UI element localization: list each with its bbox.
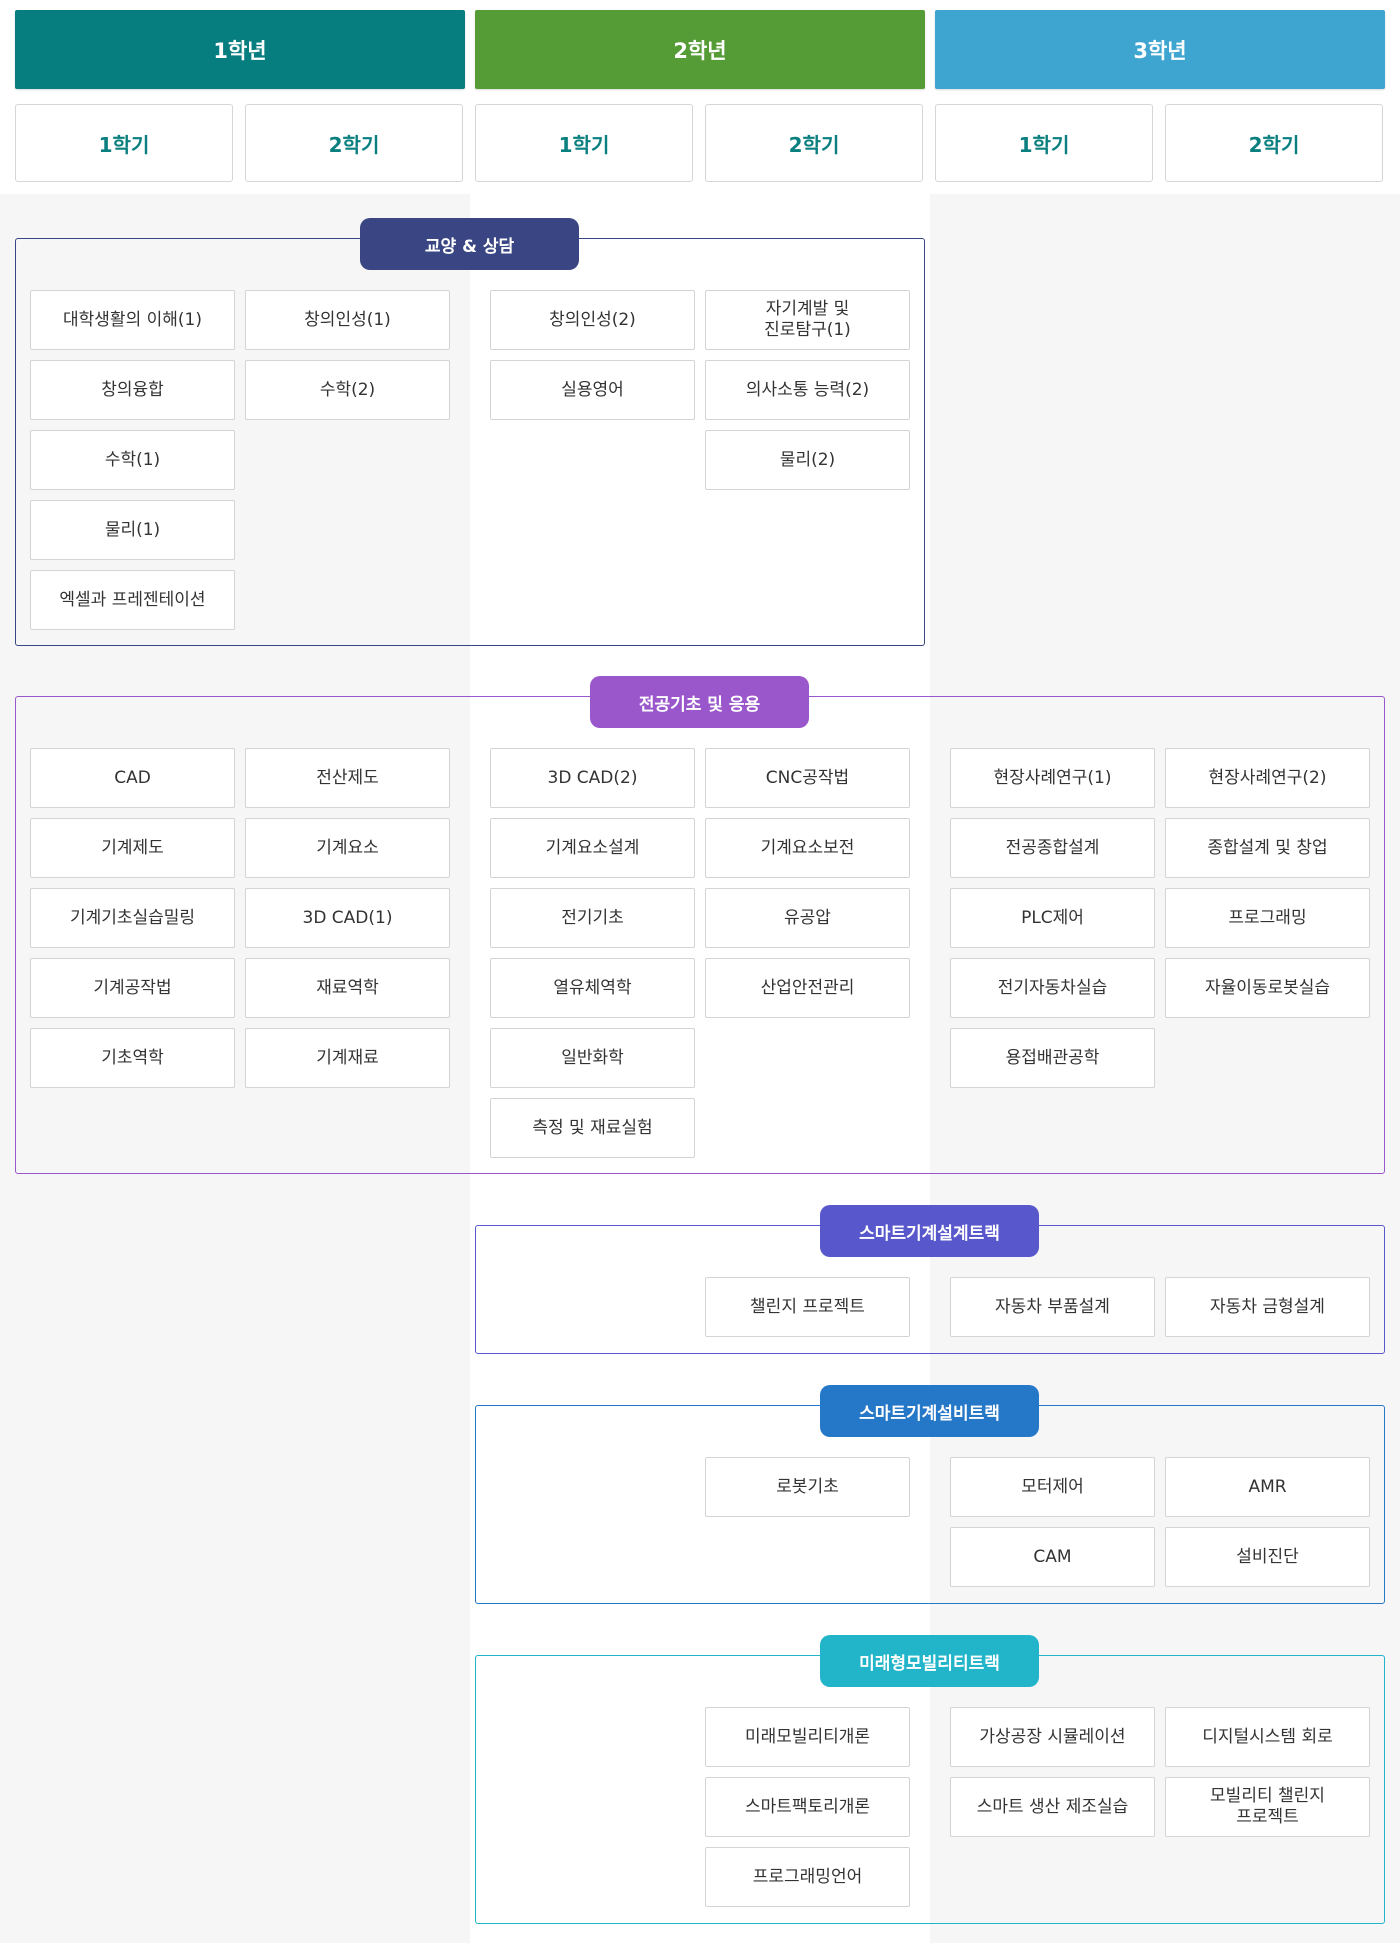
course-button[interactable]: 스마트팩토리개론: [705, 1777, 910, 1837]
semester-tab-y2-s1[interactable]: 1학기: [475, 104, 693, 182]
semester-tab-y2-s2[interactable]: 2학기: [705, 104, 923, 182]
course-button[interactable]: 물리(2): [705, 430, 910, 490]
course-button[interactable]: 자동차 부품설계: [950, 1277, 1155, 1337]
course-button[interactable]: 로봇기초: [705, 1457, 910, 1517]
course-button[interactable]: 엑셀과 프레젠테이션: [30, 570, 235, 630]
year-header-3[interactable]: 3학년: [935, 10, 1385, 89]
course-button[interactable]: 기계요소설계: [490, 818, 695, 878]
course-button[interactable]: 가상공장 시뮬레이션: [950, 1707, 1155, 1767]
course-button[interactable]: 기계공작법: [30, 958, 235, 1018]
course-button[interactable]: 프로그래밍: [1165, 888, 1370, 948]
course-button[interactable]: 챌린지 프로젝트: [705, 1277, 910, 1337]
course-button[interactable]: 용접배관공학: [950, 1028, 1155, 1088]
course-button[interactable]: 기계재료: [245, 1028, 450, 1088]
course-button[interactable]: 열유체역학: [490, 958, 695, 1018]
course-button[interactable]: 창의인성(1): [245, 290, 450, 350]
course-button[interactable]: 미래모빌리티개론: [705, 1707, 910, 1767]
course-button[interactable]: 수학(2): [245, 360, 450, 420]
course-button[interactable]: 물리(1): [30, 500, 235, 560]
course-button[interactable]: 유공압: [705, 888, 910, 948]
semester-tab-y1-s2[interactable]: 2학기: [245, 104, 463, 182]
course-button[interactable]: 스마트 생산 제조실습: [950, 1777, 1155, 1837]
course-button[interactable]: 현장사례연구(2): [1165, 748, 1370, 808]
year-header-2[interactable]: 2학년: [475, 10, 925, 89]
course-button[interactable]: CAD: [30, 748, 235, 808]
course-button[interactable]: 3D CAD(1): [245, 888, 450, 948]
course-button[interactable]: 의사소통 능력(2): [705, 360, 910, 420]
course-button[interactable]: 전기자동차실습: [950, 958, 1155, 1018]
major-title: 전공기초 및 응용: [590, 676, 809, 728]
equipment-track-title: 스마트기계설비트랙: [820, 1385, 1039, 1437]
course-button[interactable]: 창의융합: [30, 360, 235, 420]
course-button[interactable]: 실용영어: [490, 360, 695, 420]
course-button[interactable]: 전기기초: [490, 888, 695, 948]
year-header-1[interactable]: 1학년: [15, 10, 465, 89]
course-button[interactable]: 일반화학: [490, 1028, 695, 1088]
course-button[interactable]: 재료역학: [245, 958, 450, 1018]
course-button[interactable]: 창의인성(2): [490, 290, 695, 350]
course-button[interactable]: 디지털시스템 회로: [1165, 1707, 1370, 1767]
course-button[interactable]: 전공종합설계: [950, 818, 1155, 878]
course-button[interactable]: 자율이동로봇실습: [1165, 958, 1370, 1018]
course-button[interactable]: 3D CAD(2): [490, 748, 695, 808]
course-button[interactable]: 프로그래밍언어: [705, 1847, 910, 1907]
course-button[interactable]: 기계제도: [30, 818, 235, 878]
course-button[interactable]: PLC제어: [950, 888, 1155, 948]
course-button[interactable]: 종합설계 및 창업: [1165, 818, 1370, 878]
course-button[interactable]: 기계요소: [245, 818, 450, 878]
course-button[interactable]: 기계요소보전: [705, 818, 910, 878]
course-button[interactable]: 현장사례연구(1): [950, 748, 1155, 808]
course-button[interactable]: CAM: [950, 1527, 1155, 1587]
semester-tab-y1-s1[interactable]: 1학기: [15, 104, 233, 182]
mobility-track-title: 미래형모빌리티트랙: [820, 1635, 1039, 1687]
course-button[interactable]: 전산제도: [245, 748, 450, 808]
course-button[interactable]: 수학(1): [30, 430, 235, 490]
course-button[interactable]: 자기계발 및 진로탐구(1): [705, 290, 910, 350]
course-button[interactable]: 모터제어: [950, 1457, 1155, 1517]
course-button[interactable]: 설비진단: [1165, 1527, 1370, 1587]
course-button[interactable]: CNC공작법: [705, 748, 910, 808]
course-button[interactable]: 대학생활의 이해(1): [30, 290, 235, 350]
design-track-title: 스마트기계설계트랙: [820, 1205, 1039, 1257]
course-button[interactable]: 기초역학: [30, 1028, 235, 1088]
course-button[interactable]: 산업안전관리: [705, 958, 910, 1018]
semester-tab-y3-s2[interactable]: 2학기: [1165, 104, 1383, 182]
course-button[interactable]: AMR: [1165, 1457, 1370, 1517]
general-title: 교양 & 상담: [360, 218, 579, 270]
course-button[interactable]: 측정 및 재료실험: [490, 1098, 695, 1158]
course-button[interactable]: 모빌리티 챌린지 프로젝트: [1165, 1777, 1370, 1837]
course-button[interactable]: 자동차 금형설계: [1165, 1277, 1370, 1337]
semester-tab-y3-s1[interactable]: 1학기: [935, 104, 1153, 182]
course-button[interactable]: 기계기초실습밀링: [30, 888, 235, 948]
